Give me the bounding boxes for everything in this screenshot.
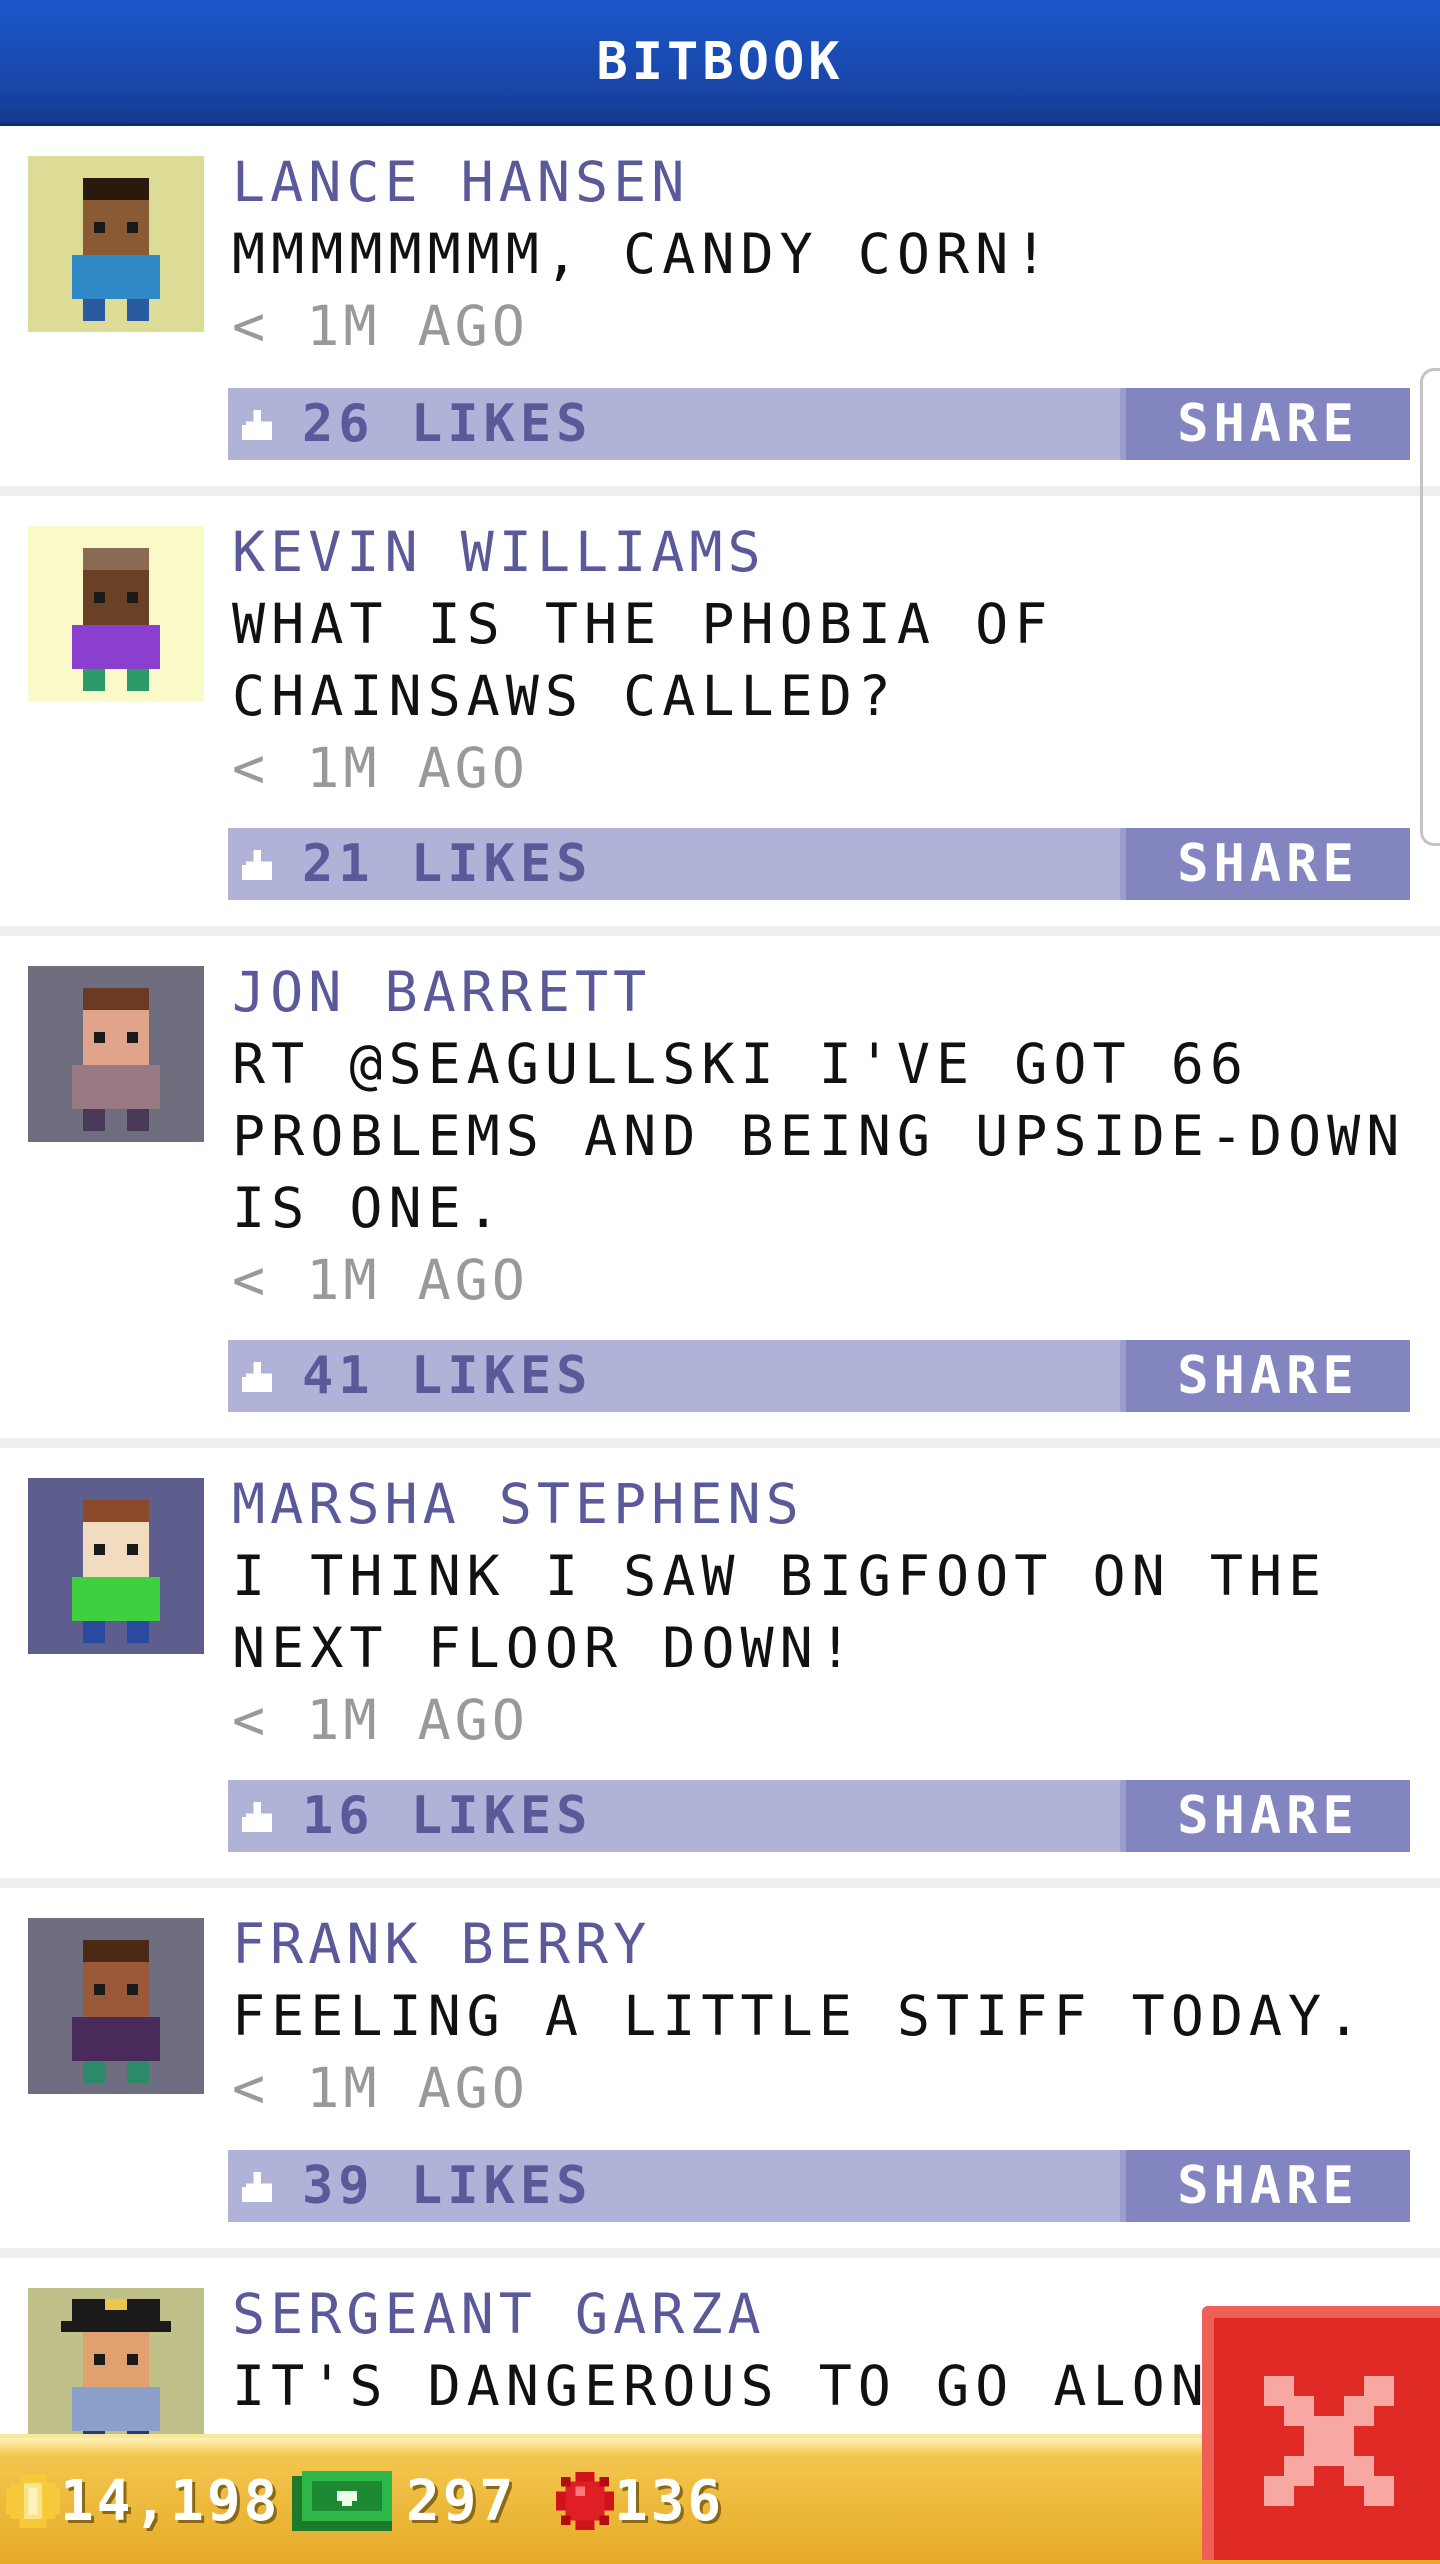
post-body: JON BARRETT RT @SEAGULLSKI I'VE GOT 66 P…: [232, 956, 1412, 1316]
coins-counter: 14,198: [6, 2438, 280, 2564]
likes-count: 26 LIKES: [302, 394, 593, 454]
feed[interactable]: LANCE HANSEN MMMMMMMM, CANDY CORN! < 1M …: [0, 126, 1440, 2434]
share-button[interactable]: SHARE: [1120, 828, 1410, 900]
post-body: LANCE HANSEN MMMMMMMM, CANDY CORN! < 1M …: [232, 146, 1412, 362]
bux-counter: 297: [292, 2438, 516, 2564]
post-author[interactable]: LANCE HANSEN: [232, 146, 1412, 218]
bux-icon: [292, 2470, 392, 2532]
likes-bar: 41 LIKES SHARE: [228, 1340, 1410, 1412]
likes-count: 41 LIKES: [302, 1346, 593, 1406]
bitizen-avatar[interactable]: [28, 1478, 204, 1654]
close-x-icon: [1264, 2376, 1394, 2506]
likes-bar: 26 LIKES SHARE: [228, 388, 1410, 460]
bitizen-avatar[interactable]: [28, 526, 204, 702]
bux-value: 297: [406, 2468, 517, 2534]
post-time: < 1M AGO: [232, 294, 529, 358]
page-title: BITBOOK: [596, 31, 844, 92]
bitizen-avatar[interactable]: [28, 156, 204, 332]
post-text: I THINK I SAW BIGFOOT ON THE NEXT FLOOR …: [232, 1544, 1328, 1680]
coin-icon: [6, 2474, 60, 2528]
share-button[interactable]: SHARE: [1120, 388, 1410, 460]
feed-post: MARSHA STEPHENS I THINK I SAW BIGFOOT ON…: [0, 1448, 1440, 1888]
share-button[interactable]: SHARE: [1120, 1780, 1410, 1852]
post-author[interactable]: KEVIN WILLIAMS: [232, 516, 1412, 588]
post-author[interactable]: FRANK BERRY: [232, 1908, 1412, 1980]
gems-value: 136: [614, 2468, 725, 2534]
post-body: MARSHA STEPHENS I THINK I SAW BIGFOOT ON…: [232, 1468, 1412, 1756]
post-text: FEELING A LITTLE STIFF TODAY.: [232, 1984, 1367, 2048]
post-text: WHAT IS THE PHOBIA OF CHAINSAWS CALLED?: [232, 592, 1054, 728]
likes-bar: 21 LIKES SHARE: [228, 828, 1410, 900]
thumbs-up-icon[interactable]: [242, 2172, 272, 2202]
post-text: RT @SEAGULLSKI I'VE GOT 66 PROBLEMS AND …: [232, 1032, 1406, 1240]
post-time: < 1M AGO: [232, 736, 529, 800]
red-gem-icon: [556, 2472, 614, 2530]
thumbs-up-icon[interactable]: [242, 410, 272, 440]
police-bitizen-avatar[interactable]: [28, 2288, 204, 2434]
gems-counter: 136: [556, 2438, 724, 2564]
share-button[interactable]: SHARE: [1120, 2150, 1410, 2222]
app-header: BITBOOK: [0, 0, 1440, 126]
post-time: < 1M AGO: [232, 2056, 529, 2120]
post-time: < 1M AGO: [232, 1248, 529, 1312]
post-body: KEVIN WILLIAMS WHAT IS THE PHOBIA OF CHA…: [232, 516, 1412, 804]
likes-bar: 16 LIKES SHARE: [228, 1780, 1410, 1852]
scroll-indicator[interactable]: [1420, 368, 1440, 846]
thumbs-up-icon[interactable]: [242, 1362, 272, 1392]
likes-count: 21 LIKES: [302, 834, 593, 894]
thumbs-up-icon[interactable]: [242, 850, 272, 880]
likes-count: 39 LIKES: [302, 2156, 593, 2216]
coins-value: 14,198: [60, 2468, 281, 2534]
bitizen-avatar[interactable]: [28, 1918, 204, 2094]
close-button[interactable]: [1202, 2306, 1440, 2560]
feed-post: JON BARRETT RT @SEAGULLSKI I'VE GOT 66 P…: [0, 936, 1440, 1448]
feed-post: FRANK BERRY FEELING A LITTLE STIFF TODAY…: [0, 1888, 1440, 2258]
post-time: < 1M AGO: [232, 1688, 529, 1752]
feed-post: KEVIN WILLIAMS WHAT IS THE PHOBIA OF CHA…: [0, 496, 1440, 936]
post-author[interactable]: MARSHA STEPHENS: [232, 1468, 1412, 1540]
thumbs-up-icon[interactable]: [242, 1802, 272, 1832]
post-body: FRANK BERRY FEELING A LITTLE STIFF TODAY…: [232, 1908, 1412, 2124]
post-author[interactable]: JON BARRETT: [232, 956, 1412, 1028]
post-text: MMMMMMMM, CANDY CORN!: [232, 222, 1054, 286]
feed-post: LANCE HANSEN MMMMMMMM, CANDY CORN! < 1M …: [0, 126, 1440, 496]
likes-count: 16 LIKES: [302, 1786, 593, 1846]
share-button[interactable]: SHARE: [1120, 1340, 1410, 1412]
likes-bar: 39 LIKES SHARE: [228, 2150, 1410, 2222]
bitizen-avatar[interactable]: [28, 966, 204, 1142]
